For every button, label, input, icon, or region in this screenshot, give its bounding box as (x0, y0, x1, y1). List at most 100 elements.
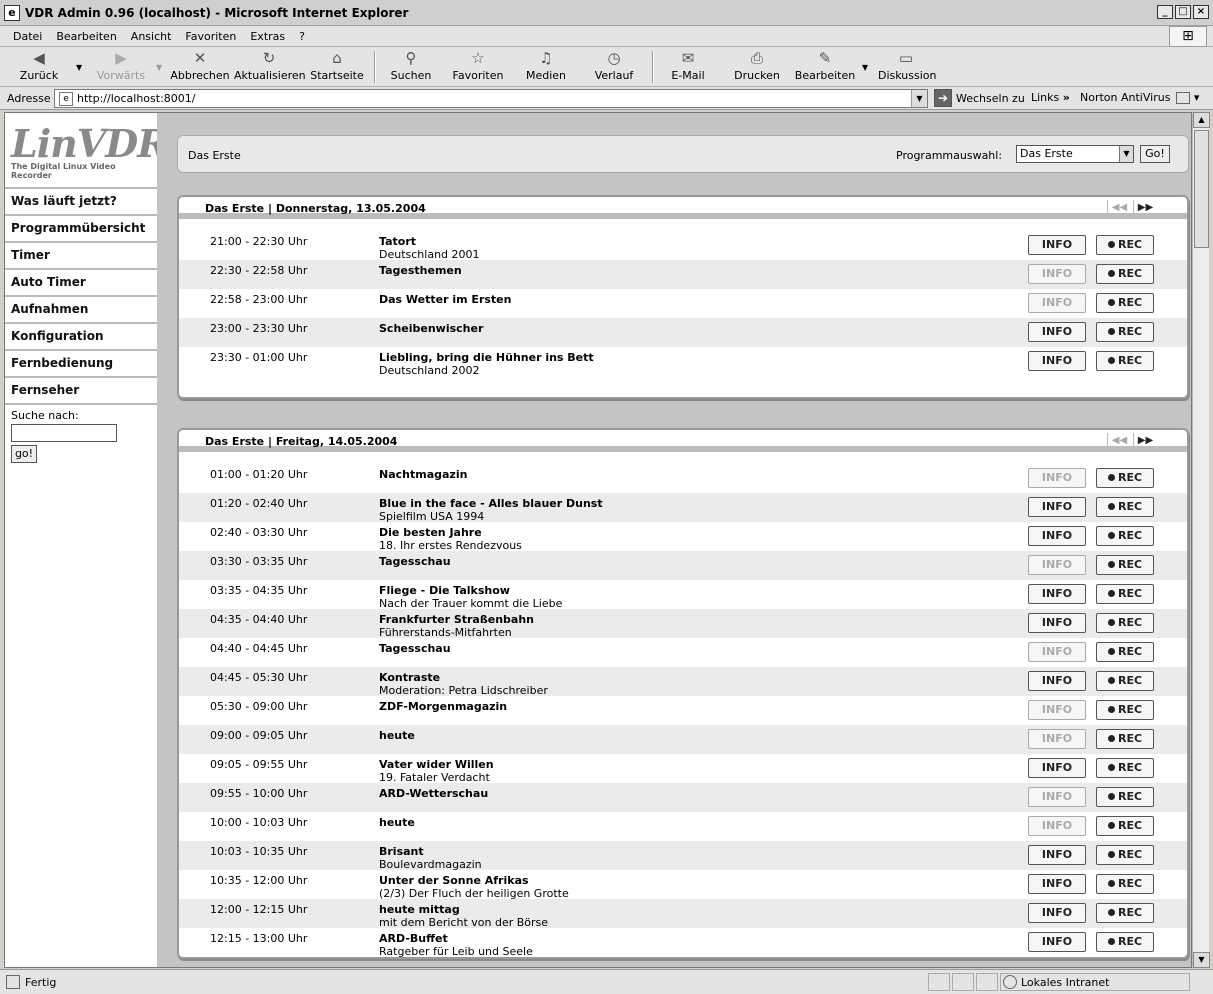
stop-button[interactable]: ✕ Abbrechen (170, 49, 230, 85)
chevron-down-icon[interactable]: ▼ (1119, 146, 1133, 162)
program-title[interactable]: Kontraste (379, 671, 440, 684)
info-button[interactable]: INFO (1028, 932, 1086, 952)
program-title[interactable]: Vater wider Willen (379, 758, 494, 771)
discuss-button[interactable]: ▭ Diskussion (878, 49, 936, 85)
program-title[interactable]: heute (379, 816, 415, 829)
prev-day-icon[interactable]: ◀◀ (1107, 433, 1131, 449)
program-title[interactable]: Nachtmagazin (379, 468, 467, 481)
rec-button[interactable]: REC (1096, 235, 1154, 255)
nav-programmuebersicht[interactable]: Programmübersicht (5, 216, 157, 243)
mail-button[interactable]: ✉ E-Mail (664, 49, 712, 85)
rec-button[interactable]: REC (1096, 787, 1154, 807)
program-title[interactable]: Blue in the face - Alles blauer Dunst (379, 497, 603, 510)
rec-button[interactable]: REC (1096, 758, 1154, 778)
next-day-icon[interactable]: ▶▶ (1133, 433, 1157, 449)
rec-button[interactable]: REC (1096, 497, 1154, 517)
back-button[interactable]: ◀ Zurück (14, 49, 64, 85)
links-button[interactable]: Links » (1031, 91, 1070, 104)
norton-antivirus-button[interactable]: Norton AntiVirus ▾ (1080, 91, 1199, 104)
search-button[interactable]: ⚲ Suchen (386, 49, 436, 85)
nav-fernbedienung[interactable]: Fernbedienung (5, 351, 157, 378)
program-title[interactable]: Unter der Sonne Afrikas (379, 874, 529, 887)
search-input[interactable] (11, 424, 117, 442)
forward-button[interactable]: ▶ Vorwärts (94, 49, 148, 85)
program-title[interactable]: heute mittag (379, 903, 460, 916)
forward-dropdown[interactable]: ▼ (156, 49, 166, 85)
scroll-up-icon[interactable]: ▲ (1193, 112, 1210, 128)
info-button[interactable]: INFO (1028, 874, 1086, 894)
rec-button[interactable]: REC (1096, 264, 1154, 284)
maximize-icon[interactable]: □ (1175, 5, 1191, 19)
search-go-button[interactable]: go! (11, 445, 37, 463)
minimize-icon[interactable]: _ (1157, 5, 1173, 19)
rec-button[interactable]: REC (1096, 322, 1154, 342)
nav-konfiguration[interactable]: Konfiguration (5, 324, 157, 351)
menu-datei[interactable]: Datei (6, 30, 49, 43)
program-title[interactable]: Liebling, bring die Hühner ins Bett (379, 351, 594, 364)
menu-favoriten[interactable]: Favoriten (178, 30, 243, 43)
rec-button[interactable]: REC (1096, 845, 1154, 865)
rec-button[interactable]: REC (1096, 903, 1154, 923)
address-url[interactable]: http://localhost:8001/ (77, 92, 195, 105)
program-title[interactable]: Tagesschau (379, 642, 451, 655)
rec-button[interactable]: REC (1096, 816, 1154, 836)
favorites-button[interactable]: ☆ Favoriten (448, 49, 508, 85)
scroll-down-icon[interactable]: ▼ (1193, 952, 1210, 968)
home-button[interactable]: ⌂ Startseite (308, 49, 366, 85)
rec-button[interactable]: REC (1096, 468, 1154, 488)
info-button[interactable]: INFO (1028, 671, 1086, 691)
nav-timer[interactable]: Timer (5, 243, 157, 270)
info-button[interactable]: INFO (1028, 903, 1086, 923)
info-button[interactable]: INFO (1028, 613, 1086, 633)
program-title[interactable]: heute (379, 729, 415, 742)
nav-aufnahmen[interactable]: Aufnahmen (5, 297, 157, 324)
nav-was-laeuft-jetzt[interactable]: Was läuft jetzt? (5, 189, 157, 216)
address-input[interactable]: e http://localhost:8001/ ▼ (54, 89, 928, 108)
rec-button[interactable]: REC (1096, 555, 1154, 575)
rec-button[interactable]: REC (1096, 584, 1154, 604)
info-button[interactable]: INFO (1028, 322, 1086, 342)
print-button[interactable]: ⎙ Drucken (730, 49, 784, 85)
refresh-button[interactable]: ↻ Aktualisieren (234, 49, 306, 85)
history-button[interactable]: ◷ Verlauf (588, 49, 640, 85)
vertical-scrollbar[interactable]: ▲ ▼ (1192, 112, 1210, 968)
program-title[interactable]: ZDF-Morgenmagazin (379, 700, 507, 713)
info-button[interactable]: INFO (1028, 235, 1086, 255)
program-title[interactable]: Die besten Jahre (379, 526, 482, 539)
info-button[interactable]: INFO (1028, 758, 1086, 778)
rec-button[interactable]: REC (1096, 526, 1154, 546)
address-dropdown-icon[interactable]: ▼ (911, 90, 927, 107)
program-title[interactable]: Tatort (379, 235, 416, 248)
rec-button[interactable]: REC (1096, 351, 1154, 371)
info-button[interactable]: INFO (1028, 526, 1086, 546)
nav-fernseher[interactable]: Fernseher (5, 378, 157, 405)
program-go-button[interactable]: Go! (1140, 145, 1170, 163)
info-button[interactable]: INFO (1028, 584, 1086, 604)
scroll-thumb[interactable] (1194, 130, 1209, 248)
back-dropdown[interactable]: ▼ (76, 49, 86, 85)
program-title[interactable]: Das Wetter im Ersten (379, 293, 511, 306)
prev-day-icon[interactable]: ◀◀ (1107, 200, 1131, 216)
media-button[interactable]: ♫ Medien (520, 49, 572, 85)
nav-auto-timer[interactable]: Auto Timer (5, 270, 157, 297)
rec-button[interactable]: REC (1096, 293, 1154, 313)
rec-button[interactable]: REC (1096, 613, 1154, 633)
menu-help[interactable]: ? (292, 30, 312, 43)
program-title[interactable]: Tagesthemen (379, 264, 462, 277)
info-button[interactable]: INFO (1028, 351, 1086, 371)
menu-bearbeiten[interactable]: Bearbeiten (49, 30, 123, 43)
rec-button[interactable]: REC (1096, 932, 1154, 952)
rec-button[interactable]: REC (1096, 729, 1154, 749)
info-button[interactable]: INFO (1028, 845, 1086, 865)
program-title[interactable]: Frankfurter Straßenbahn (379, 613, 534, 626)
program-title[interactable]: Brisant (379, 845, 424, 858)
go-button[interactable]: ➔ Wechseln zu (934, 89, 1025, 107)
edit-button[interactable]: ✎ Bearbeiten (794, 49, 856, 85)
rec-button[interactable]: REC (1096, 874, 1154, 894)
menu-extras[interactable]: Extras (243, 30, 292, 43)
program-title[interactable]: ARD-Buffet (379, 932, 448, 945)
program-select[interactable]: Das Erste ▼ (1016, 145, 1134, 163)
program-title[interactable]: ARD-Wetterschau (379, 787, 488, 800)
edit-dropdown[interactable]: ▼ (862, 49, 872, 85)
program-title[interactable]: Scheibenwischer (379, 322, 483, 335)
